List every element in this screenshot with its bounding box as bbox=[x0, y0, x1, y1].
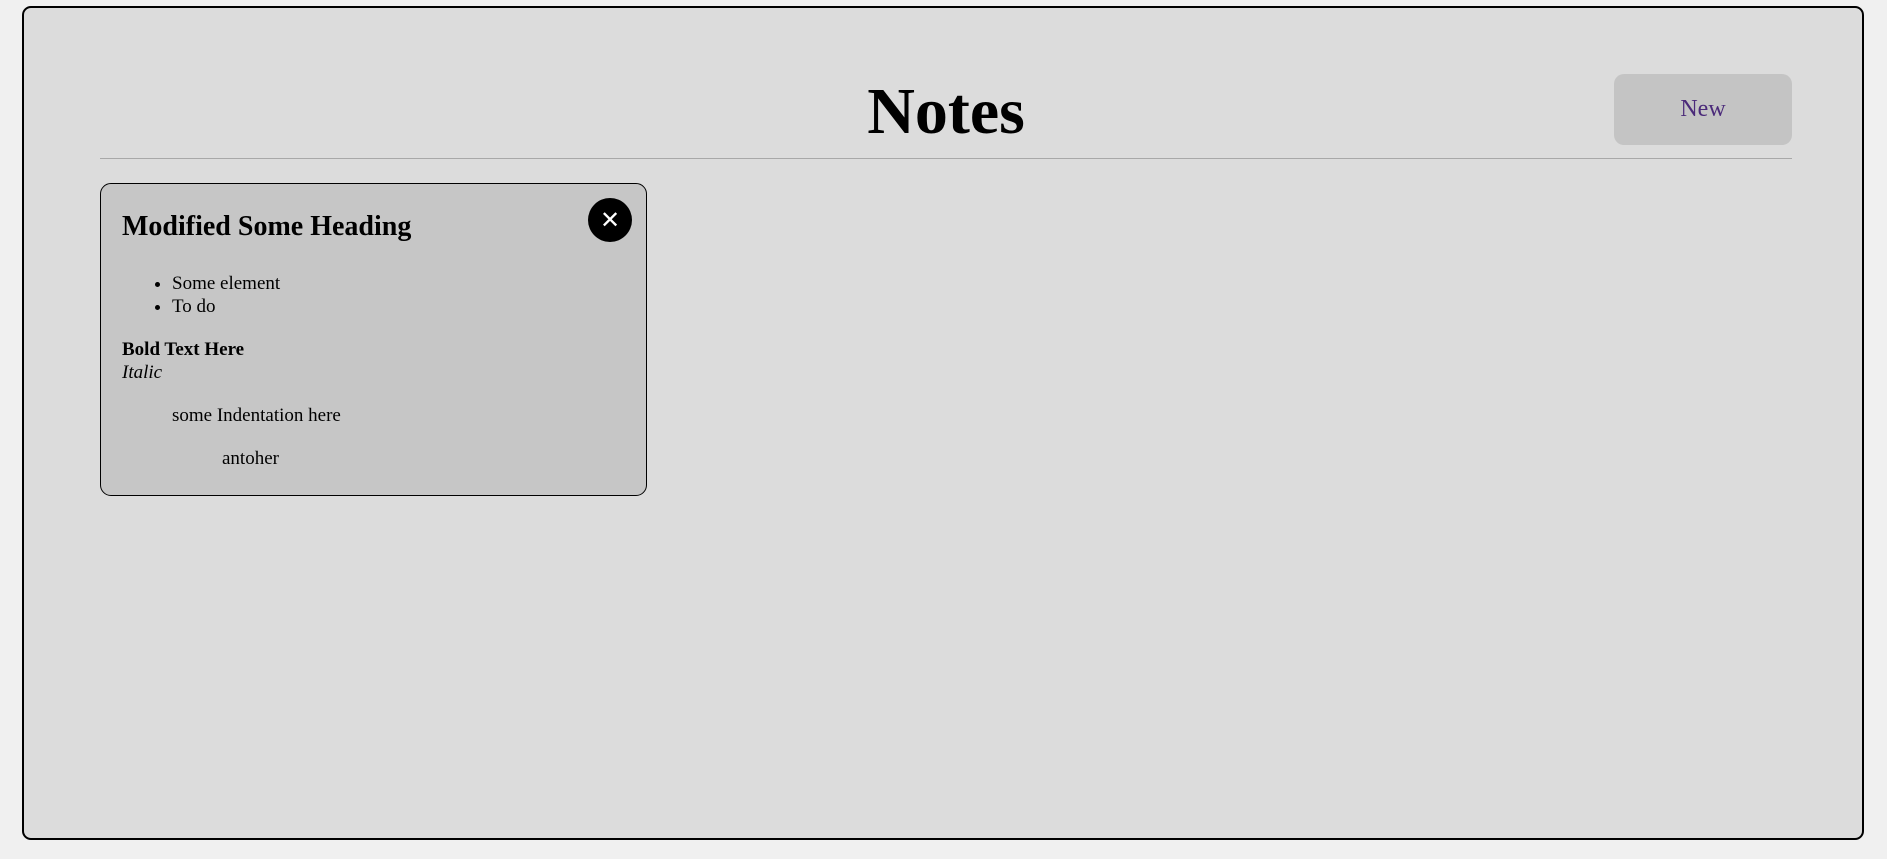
note-indented-text: some Indentation here bbox=[172, 405, 341, 426]
close-icon[interactable]: ✕ bbox=[588, 198, 632, 242]
app-container: Notes New ✕ Modified Some Heading Some e… bbox=[22, 6, 1864, 840]
header: Notes New bbox=[100, 8, 1792, 159]
list-item: To do bbox=[172, 295, 625, 318]
note-bullet-list: Some element To do bbox=[122, 272, 625, 318]
list-item: Some element bbox=[172, 272, 625, 295]
page-title: Notes bbox=[867, 75, 1025, 148]
note-italic-text: Italic bbox=[122, 362, 163, 383]
note-bold-text: Bold Text Here bbox=[122, 339, 245, 360]
note-card: ✕ Modified Some Heading Some element To … bbox=[100, 183, 647, 496]
new-note-button[interactable]: New bbox=[1614, 74, 1792, 145]
note-indented-text-2: antoher bbox=[222, 448, 279, 469]
note-heading: Modified Some Heading bbox=[122, 211, 412, 242]
